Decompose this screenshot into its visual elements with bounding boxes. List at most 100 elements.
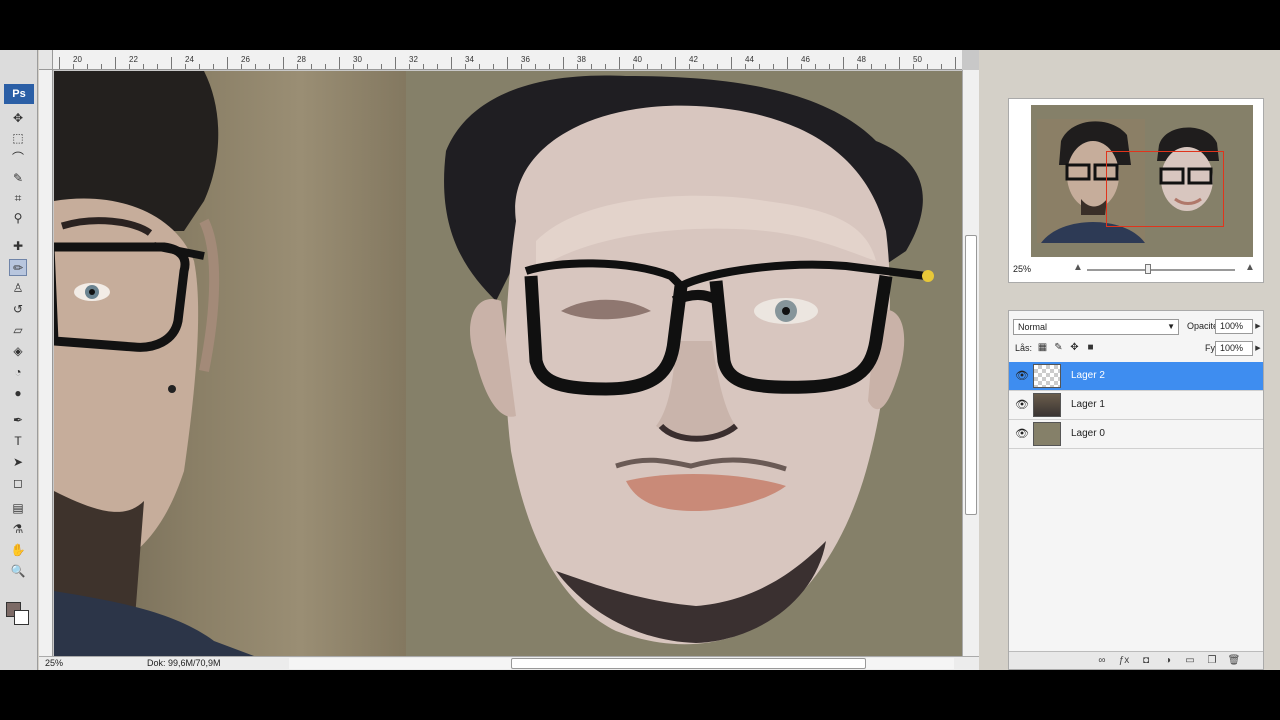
- navigator-slider-knob[interactable]: [1145, 264, 1151, 274]
- clone-stamp-tool-icon[interactable]: ♙: [9, 280, 27, 297]
- lock-pixels-icon[interactable]: ✎: [1053, 342, 1064, 353]
- blend-mode-value: Normal: [1018, 322, 1048, 332]
- navigator-view-box[interactable]: [1106, 151, 1224, 227]
- reference-photo-art: [54, 71, 254, 656]
- eyedropper-tool-icon[interactable]: ⚲: [9, 210, 27, 227]
- layer-row[interactable]: 👁 Lager 2: [1009, 362, 1263, 391]
- eye-icon[interactable]: 👁: [1013, 425, 1031, 443]
- ruler-tick: [913, 64, 914, 69]
- quick-select-tool-icon[interactable]: ✎: [9, 170, 27, 187]
- ruler-tick: [353, 64, 354, 69]
- dodge-tool-icon[interactable]: ●: [9, 385, 27, 402]
- zoom-out-icon[interactable]: ▲: [1073, 262, 1083, 273]
- navigator-zoom[interactable]: 25%: [1013, 264, 1031, 274]
- ruler-tick: [843, 57, 844, 69]
- ruler-tick: [857, 64, 858, 69]
- ruler-tick: [829, 64, 830, 69]
- ruler-tick: [423, 64, 424, 69]
- status-bar: 25% Dok: 99,6M/70,9M: [39, 656, 979, 670]
- vertical-scrollbar[interactable]: [962, 70, 979, 656]
- adjustment-layer-icon[interactable]: ◑: [1161, 654, 1175, 668]
- ruler-label: 28: [297, 55, 306, 64]
- delete-layer-icon[interactable]: 🗑: [1227, 654, 1241, 668]
- ruler-tick: [171, 57, 172, 69]
- ruler-tick: [381, 64, 382, 69]
- horizontal-ruler[interactable]: 20 22 24 26 28 30 32 34 36 38 40 42 44 4…: [53, 50, 962, 70]
- eye-icon[interactable]: 👁: [1013, 367, 1031, 385]
- ruler-label: 46: [801, 55, 810, 64]
- blend-mode-select[interactable]: Normal ▼: [1013, 319, 1179, 335]
- crop-tool-icon[interactable]: ⌗: [9, 190, 27, 207]
- navigator-zoom-slider[interactable]: [1087, 269, 1235, 271]
- lock-all-icon[interactable]: ■: [1085, 342, 1096, 353]
- layer-row[interactable]: 👁 Lager 1: [1009, 391, 1263, 420]
- healing-brush-tool-icon[interactable]: ✚: [9, 238, 27, 255]
- eraser-tool-icon[interactable]: ▱: [9, 322, 27, 339]
- zoom-tool-icon[interactable]: 🔍: [9, 563, 27, 580]
- horizontal-scroll-thumb[interactable]: [511, 658, 866, 669]
- fill-field[interactable]: 100%: [1215, 341, 1253, 356]
- ruler-tick: [87, 64, 88, 69]
- eyedropper2-tool-icon[interactable]: ⚗: [9, 521, 27, 538]
- layer-name: Lager 0: [1071, 428, 1105, 439]
- reference-photo: [54, 71, 406, 656]
- ruler-tick: [717, 64, 718, 69]
- ruler-tick: [577, 64, 578, 69]
- ruler-label: 36: [521, 55, 530, 64]
- layer-mask-icon[interactable]: ◘: [1139, 654, 1153, 668]
- lock-transparency-icon[interactable]: ▦: [1037, 342, 1048, 353]
- paint-bucket-tool-icon[interactable]: ◈: [9, 343, 27, 360]
- ruler-tick: [773, 64, 774, 69]
- brush-tool-icon[interactable]: ✏: [9, 259, 27, 276]
- new-layer-icon[interactable]: ❐: [1205, 654, 1219, 668]
- blur-tool-icon[interactable]: ◔: [9, 364, 27, 381]
- ruler-label: 42: [689, 55, 698, 64]
- layer-row[interactable]: 👁 Lager 0: [1009, 420, 1263, 449]
- ruler-tick: [731, 57, 732, 69]
- eye-icon[interactable]: 👁: [1013, 396, 1031, 414]
- ruler-tick: [297, 64, 298, 69]
- zoom-level[interactable]: 25%: [45, 658, 63, 668]
- ruler-tick: [409, 64, 410, 69]
- ruler-tick: [493, 64, 494, 69]
- hand-tool-icon[interactable]: ✋: [9, 542, 27, 559]
- type-tool-icon[interactable]: T: [9, 433, 27, 450]
- vertical-scroll-thumb[interactable]: [965, 235, 977, 515]
- opacity-field[interactable]: 100%: [1215, 319, 1253, 334]
- ruler-tick: [115, 57, 116, 69]
- lock-position-icon[interactable]: ✥: [1069, 342, 1080, 353]
- ruler-tick: [815, 64, 816, 69]
- move-tool-icon[interactable]: ✥: [9, 110, 27, 127]
- ruler-tick: [185, 64, 186, 69]
- ruler-tick: [941, 64, 942, 69]
- ruler-tick: [661, 64, 662, 69]
- ruler-tick: [143, 64, 144, 69]
- navigator-preview[interactable]: [1031, 105, 1253, 257]
- zoom-in-icon[interactable]: ▲: [1245, 262, 1255, 273]
- canvas[interactable]: [54, 71, 962, 656]
- ruler-tick: [451, 57, 452, 69]
- link-layers-icon[interactable]: ∞: [1095, 654, 1109, 668]
- history-brush-tool-icon[interactable]: ↺: [9, 301, 27, 318]
- ruler-tick: [689, 64, 690, 69]
- ruler-tick: [367, 64, 368, 69]
- horizontal-scrollbar[interactable]: [289, 658, 954, 669]
- layer-style-icon[interactable]: ƒx: [1117, 654, 1131, 668]
- background-color-swatch[interactable]: [14, 610, 29, 625]
- ruler-tick: [745, 64, 746, 69]
- shape-tool-icon[interactable]: ◻: [9, 475, 27, 492]
- vertical-ruler[interactable]: [39, 70, 53, 656]
- fill-arrow-icon[interactable]: ▶: [1253, 341, 1263, 356]
- pen-tool-icon[interactable]: ✒: [9, 412, 27, 429]
- ruler-tick: [563, 57, 564, 69]
- ruler-tick: [479, 64, 480, 69]
- marquee-tool-icon[interactable]: ⬚: [9, 130, 27, 147]
- notes-tool-icon[interactable]: ▤: [9, 500, 27, 517]
- ruler-tick: [955, 57, 956, 69]
- lasso-tool-icon[interactable]: ⌒: [9, 150, 27, 167]
- opacity-arrow-icon[interactable]: ▶: [1253, 319, 1263, 334]
- ruler-label: 26: [241, 55, 250, 64]
- document-window: 20 22 24 26 28 30 32 34 36 38 40 42 44 4…: [39, 50, 979, 670]
- path-select-tool-icon[interactable]: ➤: [9, 454, 27, 471]
- new-group-icon[interactable]: ▭: [1183, 654, 1197, 668]
